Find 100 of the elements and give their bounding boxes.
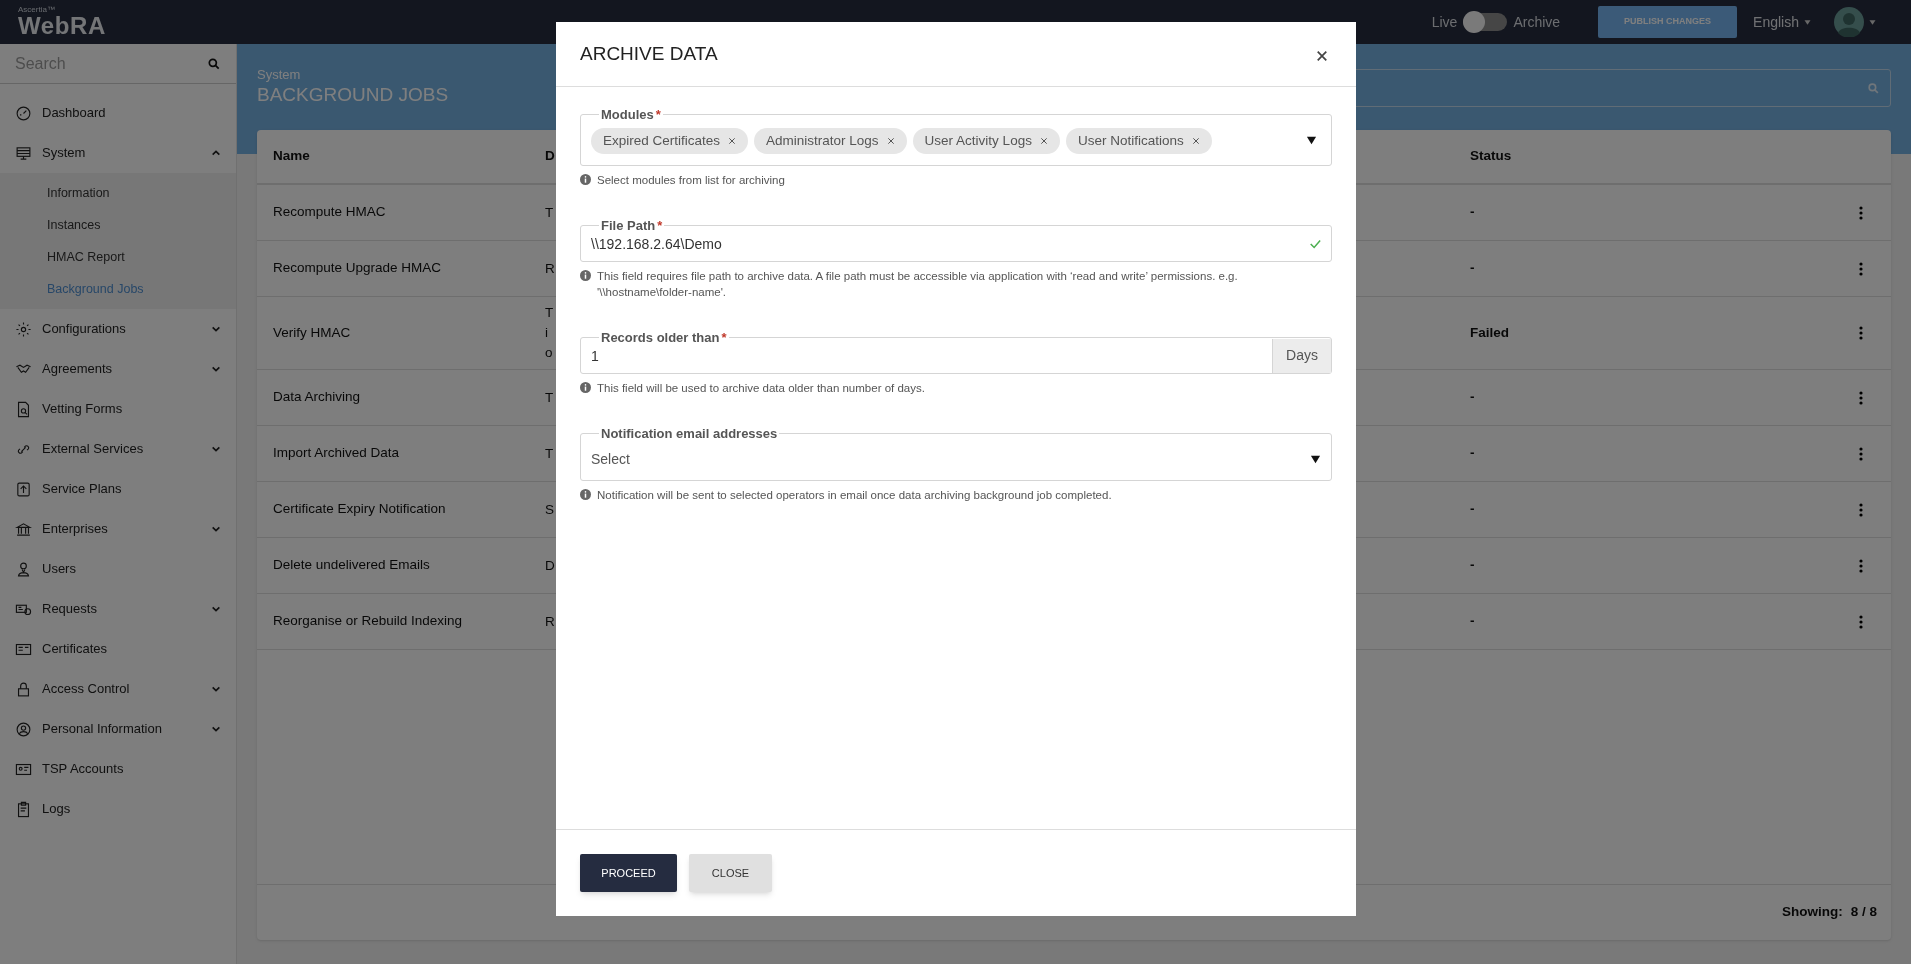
gear-icon [15, 320, 32, 338]
required-marker: * [721, 329, 727, 347]
help-text: This field requires file path to archive data. A file path must be accessible via application with ‘read and write’ permissions. e.g. '\\hostname\folder-name'. [597, 269, 1239, 300]
sidebar-item[interactable]: Certificates [0, 629, 236, 669]
sidebar-item[interactable]: External Services [0, 429, 236, 469]
submenu-item[interactable]: HMAC Report [0, 241, 236, 273]
gauge-icon [15, 104, 32, 122]
unit-addon: Days [1272, 338, 1331, 373]
column-header: Name [273, 147, 311, 166]
kebab-menu-icon [1859, 205, 1863, 220]
table-cell-text: T [545, 203, 554, 222]
sidebar-item[interactable]: Access Control [0, 669, 236, 709]
sidebar-item[interactable]: Users [0, 549, 236, 589]
status-cell-text: - [1470, 203, 1475, 222]
sidebar-item[interactable]: Enterprises [0, 509, 236, 549]
info-icon [580, 382, 591, 393]
kebab-menu-icon [1859, 390, 1863, 405]
table-cell-text: o [545, 344, 553, 362]
table-cell-text: R [545, 612, 555, 631]
status-cell-text: - [1470, 556, 1475, 575]
brand-maker: Ascertia™ [18, 6, 56, 14]
help-text: Select modules from list for archiving [597, 173, 785, 188]
status-cell-text: - [1470, 388, 1475, 407]
table-cell-text: Import Archived Data [273, 444, 401, 463]
submenu-item[interactable]: Instances [0, 209, 236, 241]
language-dropdown[interactable]: English [1753, 11, 1812, 33]
table-cell-text: R [545, 259, 555, 278]
table-cell-text: Certificate Expiry Notification [273, 500, 447, 519]
footer-label: Showing: [1781, 903, 1843, 922]
module-tag[interactable]: Expired Certificates [591, 127, 749, 154]
table-cell-text: Data Archiving [273, 388, 362, 407]
sidebar-item[interactable]: Agreements [0, 349, 236, 389]
table-cell-text: Recompute Upgrade HMAC [273, 259, 443, 278]
required-marker: * [655, 106, 661, 124]
remove-icon [728, 136, 737, 145]
avatar-icon [1834, 7, 1864, 37]
info-icon [580, 270, 591, 281]
file-path-input[interactable]: \\192.168.2.64\Demo [591, 233, 1309, 255]
record-count: 8 / 8 [1850, 903, 1877, 922]
table-cell-text: Delete undelivered Emails [273, 556, 431, 575]
kebab-menu-icon [1859, 502, 1863, 517]
submenu-item[interactable]: Information [0, 177, 236, 209]
table-cell-text: D [545, 556, 555, 575]
search-icon [1867, 81, 1880, 95]
table-cell-text: S [545, 500, 554, 519]
sidebar-item[interactable]: Requests [0, 589, 236, 629]
remove-icon [1039, 136, 1048, 145]
close-button[interactable] [1316, 49, 1330, 63]
caret-icon [1868, 17, 1877, 27]
lock-icon [15, 680, 32, 698]
table-cell-text: T [545, 444, 554, 463]
monitor-icon [15, 144, 32, 162]
brand-logo: WebRA [18, 14, 106, 38]
sidebar-item[interactable]: Logs [0, 789, 236, 829]
dropdown-caret-icon [1306, 135, 1317, 147]
required-marker: * [657, 217, 663, 235]
module-tag[interactable]: User Notifications [1065, 127, 1212, 154]
dropdown-caret-icon [1310, 454, 1321, 466]
table-cell-text: T [545, 304, 554, 322]
column-header: Status [1470, 147, 1513, 166]
kebab-menu-icon [1859, 326, 1863, 340]
sidebar-item[interactable]: Personal Information [0, 709, 236, 749]
live-label: Live [1431, 12, 1458, 32]
table-cell-text: Recompute HMAC [273, 203, 387, 222]
chevron-down-icon [211, 524, 221, 534]
modal-title: ARCHIVE DATA [580, 41, 718, 66]
info-icon [580, 174, 591, 185]
document-search-icon [15, 400, 32, 418]
sidebar-item[interactable]: TSP Accounts [0, 749, 236, 789]
kebab-menu-icon [1859, 614, 1863, 629]
status-cell-text: - [1470, 612, 1475, 631]
help-text: This field will be used to archive data older than number of days. [597, 381, 925, 396]
chevron-up-icon [211, 148, 221, 158]
chevron-down-icon [211, 684, 221, 694]
status-cell-text: - [1470, 500, 1475, 519]
table-cell-text: Reorganise or Rebuild Indexing [273, 612, 464, 631]
mode-toggle[interactable] [1463, 13, 1508, 31]
chevron-down-icon [211, 724, 221, 734]
close-button[interactable]: CLOSE [689, 854, 772, 892]
help-text: Notification will be sent to selected operators in email once data archiving background job completed. [597, 488, 1112, 503]
remove-icon [886, 136, 895, 145]
breadcrumb: System [257, 68, 302, 81]
proceed-button[interactable]: PROCEED [580, 854, 677, 892]
user-circle-icon [15, 720, 32, 738]
remove-icon [1191, 136, 1200, 145]
sidebar-item[interactable]: Dashboard [0, 93, 236, 133]
page-title: BACKGROUND JOBS [257, 83, 449, 107]
column-header: D [545, 147, 556, 166]
module-tag[interactable]: User Activity Logs [912, 127, 1060, 154]
status-cell-text: - [1470, 444, 1475, 463]
sidebar-item[interactable]: Service Plans [0, 469, 236, 509]
kebab-menu-icon [1859, 558, 1863, 573]
kebab-menu-icon [1859, 446, 1863, 461]
sidebar-item[interactable]: System [0, 133, 236, 173]
field-label: Records older than [601, 329, 720, 347]
caret-icon [1803, 17, 1812, 27]
module-tag[interactable]: Administrator Logs [754, 127, 907, 154]
sidebar-item[interactable]: Configurations [0, 309, 236, 349]
chevron-down-icon [211, 604, 221, 614]
sidebar-item[interactable]: Vetting Forms [0, 389, 236, 429]
